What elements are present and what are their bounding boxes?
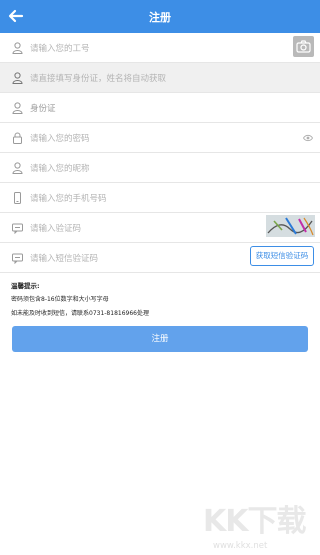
user-icon [12, 42, 23, 54]
notice-line: 如未能及时收到短信，请联系0731-81816966处理 [11, 310, 149, 317]
app-header: 注册 [0, 0, 320, 33]
message-icon [12, 253, 23, 264]
captcha-image[interactable] [266, 215, 315, 237]
id-card-input[interactable]: 请直接填写身份证，姓名将自动获取 [30, 72, 166, 84]
password-input[interactable]: 请输入您的密码 [30, 132, 90, 144]
lock-icon [13, 132, 22, 144]
employee-id-row[interactable]: 请输入您的工号 [0, 33, 320, 63]
sms-row[interactable]: 请输入短信验证码 获取短信验证码 [0, 243, 320, 273]
phone-row[interactable]: 请输入您的手机号码 [0, 183, 320, 213]
notice-line: 密码须包含8-16位数字和大小写字母 [11, 296, 109, 303]
id-card-input-row[interactable]: 请直接填写身份证，姓名将自动获取 [0, 63, 320, 93]
nickname-row[interactable]: 请输入您的昵称 [0, 153, 320, 183]
password-row[interactable]: 请输入您的密码 [0, 123, 320, 153]
register-button[interactable]: 注册 [12, 326, 308, 352]
phone-input[interactable]: 请输入您的手机号码 [30, 192, 107, 204]
watermark-logo: KK下载 [203, 504, 306, 539]
camera-icon [296, 40, 311, 53]
eye-icon[interactable] [303, 134, 313, 142]
sms-code-input[interactable]: 请输入短信验证码 [30, 252, 98, 264]
nickname-input[interactable]: 请输入您的昵称 [30, 162, 90, 174]
watermark-url: www.kkx.net [213, 541, 268, 551]
employee-id-input[interactable]: 请输入您的工号 [30, 42, 90, 54]
user-icon [12, 102, 23, 114]
captcha-pattern [267, 217, 314, 236]
id-card-label: 身份证 [30, 104, 56, 114]
user-icon [12, 162, 23, 174]
notice-title: 温馨提示: [11, 282, 40, 290]
camera-button[interactable] [293, 36, 314, 57]
captcha-row[interactable]: 请输入验证码 [0, 213, 320, 243]
id-card-row: 身份证 [0, 93, 320, 123]
captcha-input[interactable]: 请输入验证码 [30, 222, 81, 234]
page-title: 注册 [149, 11, 171, 24]
phone-icon [14, 192, 21, 204]
message-icon [12, 223, 23, 234]
user-icon [12, 72, 23, 84]
get-sms-code-button[interactable]: 获取短信验证码 [250, 246, 314, 266]
